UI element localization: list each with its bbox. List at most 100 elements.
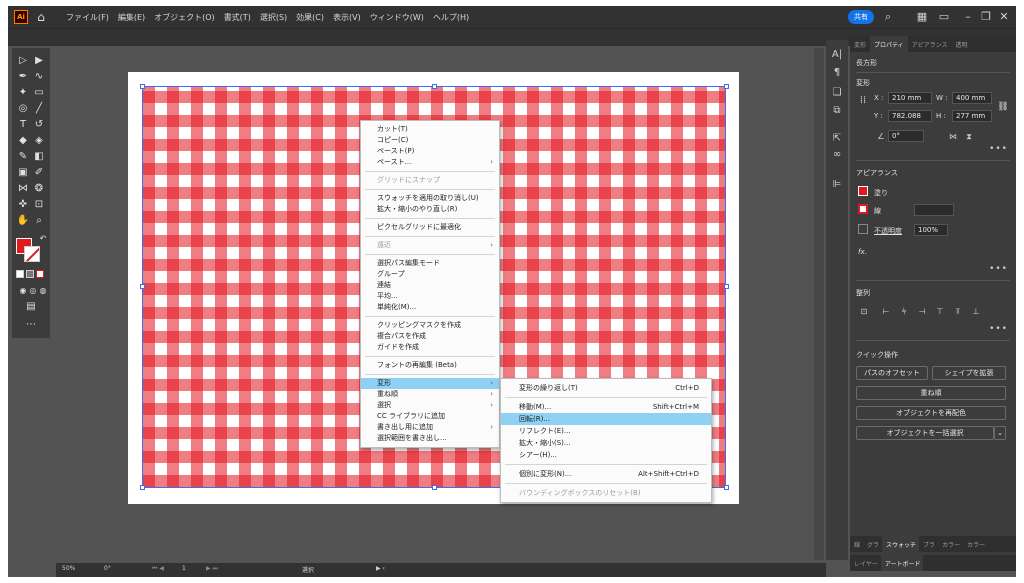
submenu-item[interactable]: リフレクト(E)... [501,425,711,437]
context-menu-item[interactable]: コピー(C) [361,135,499,146]
panel-tab[interactable]: スウォッチ [882,536,920,552]
selection-handle[interactable] [140,485,145,490]
menu-item[interactable]: ファイル(F) [66,12,109,23]
export-panel-icon[interactable]: ⇱ [829,132,845,146]
swap-colors-icon[interactable]: ↶ [36,232,50,246]
links-panel-icon[interactable]: ∞ [829,148,845,162]
artboard-tool-icon[interactable]: ⊡ [32,198,46,212]
shape-builder-icon[interactable]: ◈ [32,134,46,148]
flip-vertical-icon[interactable]: ⧗ [962,130,976,144]
context-menu-item[interactable]: カット(T) [361,124,499,135]
canvas-vertical-scrollbar[interactable] [814,48,824,560]
align-bottom-icon[interactable]: ⊥ [970,306,982,318]
constrain-proportions-icon[interactable]: ⛓ [996,100,1010,114]
selection-handle[interactable] [724,284,729,289]
context-menu-item[interactable]: ペースト(P) [361,146,499,157]
align-left-icon[interactable]: ⊢ [880,306,892,318]
menu-item[interactable]: 書式(T) [224,12,251,23]
selection-handle[interactable] [140,84,145,89]
fx-button[interactable]: fx. [858,248,867,256]
panel-tab[interactable]: カラー [938,536,963,552]
x-field[interactable]: 210 mm [888,92,932,104]
arrange-documents-icon[interactable]: ▦ [914,9,930,25]
menu-item[interactable]: オブジェクト(O) [154,12,215,23]
more-options-icon[interactable]: ••• [989,324,1008,334]
blend-tool-icon[interactable]: ⋈ [16,182,30,196]
none-mode-icon[interactable] [36,270,44,278]
asset-export-icon[interactable]: ⧉ [829,104,845,118]
offset-path-button[interactable]: パスのオフセット [856,366,928,380]
expand-shape-button[interactable]: シェイプを拡張 [932,366,1006,380]
color-mode-icon[interactable] [16,270,24,278]
fill-color-swatch[interactable] [858,186,868,196]
context-menu-item[interactable]: 選択パス編集モード [361,258,499,269]
submenu-item[interactable]: 拡大・縮小(S)... [501,437,711,449]
screen-mode-icon[interactable]: ▤ [24,300,38,314]
zoom-field[interactable]: 50% [62,565,75,572]
magic-wand-icon[interactable]: ✦ [16,86,30,100]
spiral-tool-icon[interactable]: ◎ [16,102,30,116]
arrange-button[interactable]: 重ね順 [856,386,1006,400]
symbol-sprayer-icon[interactable]: ❂ [32,182,46,196]
context-menu-item[interactable]: グループ [361,269,499,280]
paint-bucket-icon[interactable]: ◧ [32,150,46,164]
stroke-swatch[interactable] [24,246,40,262]
restore-icon[interactable]: ❐ [978,9,994,25]
more-options-icon[interactable]: ••• [989,264,1008,274]
context-menu-item[interactable]: 書き出し用に追加 › [361,422,499,433]
panel-tab[interactable]: カラー [963,536,988,552]
context-menu-item[interactable]: ガイドを作成 [361,342,499,353]
menu-item[interactable]: 編集(E) [118,12,145,23]
direct-selection-tool-icon[interactable]: ▶ [32,54,46,68]
panel-tab[interactable]: アピアランス [908,36,952,52]
libraries-panel-icon[interactable]: ❏ [829,86,845,100]
artboard-number-field[interactable]: 1 [182,565,186,572]
align-top-icon[interactable]: ⊤ [934,306,946,318]
panel-tab[interactable]: 変形 [850,36,870,52]
w-field[interactable]: 400 mm [952,92,992,104]
submenu-item[interactable]: 個別に変形(N)... Alt+Shift+Ctrl+D [501,468,711,480]
selection-handle[interactable] [140,284,145,289]
context-menu-item[interactable]: 拡大・縮小のやり直し(R) [361,204,499,215]
context-menu-item[interactable]: ピクセルグリッドに最適化 [361,222,499,233]
panel-tab[interactable]: プロパティ [870,36,908,52]
rotate-tool-icon[interactable]: ↺ [32,118,46,132]
flip-horizontal-icon[interactable]: ⋈ [946,130,960,144]
align-hcenter-icon[interactable]: ⫩ [898,306,910,318]
align-to-icon[interactable]: ⊡ [858,306,870,318]
align-panel-icon[interactable]: ⊫ [829,178,845,192]
submenu-item[interactable]: 移動(M)... Shift+Ctrl+M [501,401,711,413]
selection-handle[interactable] [724,485,729,490]
stroke-weight-field[interactable] [914,204,954,216]
context-menu-item[interactable]: クリッピングマスクを作成 [361,320,499,331]
context-menu-item[interactable]: 変形 › [361,378,499,389]
menu-item[interactable]: 表示(V) [333,12,361,23]
selection-tool-icon[interactable]: ▷ [16,54,30,68]
align-vcenter-icon[interactable]: ⫪ [952,306,964,318]
select-same-button[interactable]: オブジェクトを一括選択 [856,426,994,440]
angle-field[interactable]: 0° [104,565,111,572]
context-menu-item[interactable]: 連結 [361,280,499,291]
menu-item[interactable]: ヘルプ(H) [433,12,469,23]
submenu-item[interactable]: シアー(H)... [501,449,711,461]
home-icon[interactable]: ⌂ [34,10,48,24]
context-menu-item[interactable]: スウォッチを適用の取り消し(U) [361,193,499,204]
rectangle-tool-icon[interactable]: ▭ [32,86,46,100]
context-menu-item[interactable]: 重ね順 › [361,389,499,400]
eraser-tool-icon[interactable]: ◆ [16,134,30,148]
pencil-tool-icon[interactable]: ✎ [16,150,30,164]
menu-item[interactable]: 効果(C) [296,12,324,23]
edit-toolbar-icon[interactable]: ⋯ [24,318,38,332]
context-menu-item[interactable]: ペースト... › [361,157,499,168]
draw-inside-icon[interactable]: ◍ [36,284,50,298]
selection-handle[interactable] [724,84,729,89]
context-menu-item[interactable]: 選択 › [361,400,499,411]
reference-point-icon[interactable]: ⁞⁞ [856,94,870,108]
y-field[interactable]: 782.088 [888,110,932,122]
gradient-mode-icon[interactable] [26,270,34,278]
pen-tool-icon[interactable]: ✒ [16,70,30,84]
type-tool-icon[interactable]: T [16,118,30,132]
hand-tool-icon[interactable]: ✋ [16,214,30,228]
selection-handle[interactable] [432,485,437,490]
status-menu-icon[interactable]: ▶ ‹ [376,565,385,572]
